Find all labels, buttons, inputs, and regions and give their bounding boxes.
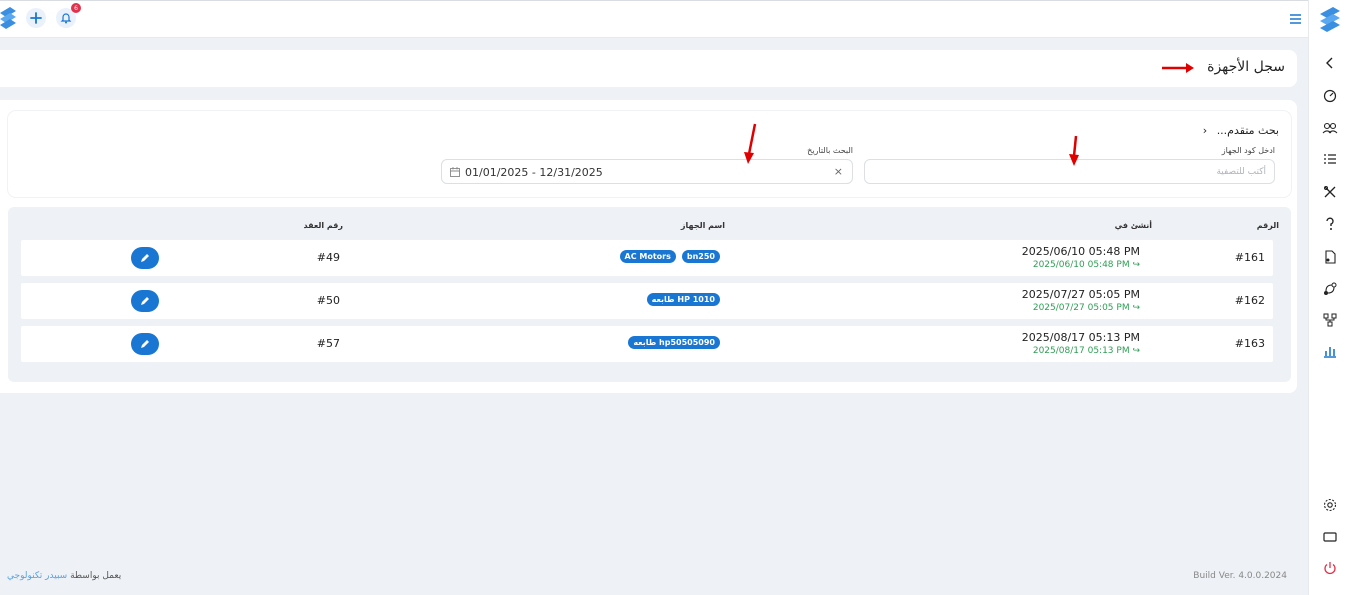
powered-by-prefix: يعمل بواسطة [70, 571, 122, 581]
header-created-at: أنشئ في [1114, 221, 1152, 230]
device-tags: طابعه HP 1010 [646, 293, 720, 306]
created-date: 2025/06/10 05:48 PM [1021, 245, 1140, 258]
row-number: #163 [1234, 337, 1265, 350]
row-contract-number: #50 [316, 294, 340, 307]
row-created-at: 2025/07/27 05:05 PM 2025/07/27 05:05 PM … [1022, 288, 1140, 313]
row-number: #162 [1234, 294, 1265, 307]
advanced-search-title: بحث متقدم... [1216, 124, 1279, 137]
power-icon [1324, 562, 1336, 575]
logout-button[interactable] [1322, 560, 1338, 576]
created-date: 2025/07/27 05:05 PM [1021, 288, 1140, 301]
row-contract-number: #57 [316, 337, 340, 350]
sidebar [1308, 0, 1350, 595]
sidebar-item-list[interactable] [1322, 151, 1338, 167]
date-range-input[interactable]: 01/01/2025 - 12/31/2025 × [441, 159, 853, 184]
device-tags: bn250 AC Motors [619, 250, 720, 263]
chevron-left-icon: ‹ [1202, 124, 1208, 137]
advanced-search-toggle[interactable]: بحث متقدم... ‹ [1203, 124, 1279, 137]
screen-icon [1323, 532, 1337, 542]
workflow-icon [1324, 282, 1337, 295]
sidebar-item-help[interactable] [1322, 216, 1338, 232]
device-code-label: ادخل كود الجهاز [1221, 146, 1275, 155]
bell-icon [60, 13, 72, 24]
chart-icon [1324, 347, 1336, 358]
device-tag: AC Motors [619, 250, 676, 263]
chevron-left-icon [1326, 57, 1333, 69]
sidebar-item-dashboard[interactable] [1322, 88, 1338, 104]
logo-icon [0, 7, 16, 29]
top-bar-actions: 6 [0, 3, 81, 29]
created-date: 2025/08/17 05:13 PM [1021, 331, 1140, 344]
main-panel: بحث متقدم... ‹ ادخل كود الجهاز أكتب للتص… [0, 100, 1297, 393]
edit-button[interactable] [131, 290, 159, 312]
device-tags: طابعه hp50505090 [628, 336, 720, 349]
row-created-at: 2025/06/10 05:48 PM 2025/06/10 05:48 PM … [1022, 245, 1140, 270]
powered-by: يعمل بواسطة سبيدر تكنولوجي [7, 571, 121, 581]
header-number: الرقم [1256, 221, 1279, 230]
updated-date: 2025/07/27 05:05 PM ↪ [1032, 303, 1140, 313]
sidebar-item-documents[interactable] [1322, 249, 1338, 265]
header-device-name: اسم الجهاز [680, 221, 725, 230]
updated-date: 2025/06/10 05:48 PM ↪ [1032, 260, 1140, 270]
pencil-icon [141, 340, 149, 348]
collapse-sidebar-button[interactable] [1322, 55, 1338, 71]
calendar-icon [450, 167, 460, 177]
edit-button[interactable] [131, 247, 159, 269]
sidebar-item-reports[interactable] [1322, 343, 1338, 359]
table-row[interactable]: #161 2025/06/10 05:48 PM 2025/06/10 05:4… [21, 240, 1273, 276]
list-icon [1324, 154, 1336, 164]
page-header: سجل الأجهزة [0, 50, 1297, 87]
add-button[interactable] [26, 8, 46, 28]
annotation-arrow [1162, 63, 1194, 73]
pencil-icon [141, 297, 149, 305]
device-code-placeholder: أكتب للتصفية [1216, 167, 1266, 177]
sidebar-item-users[interactable] [1322, 120, 1338, 136]
top-bar: 6 [0, 0, 1308, 38]
screen-button[interactable] [1322, 529, 1338, 545]
edit-button[interactable] [131, 333, 159, 355]
updated-date: 2025/08/17 05:13 PM ↪ [1032, 346, 1140, 356]
logo-icon[interactable] [1318, 6, 1342, 34]
notification-badge: 6 [71, 3, 81, 13]
document-icon [1325, 250, 1336, 264]
gear-icon [1323, 498, 1337, 512]
build-version: Build Ver. 4.0.0.2024 [1193, 571, 1287, 581]
menu-icon[interactable] [1289, 13, 1302, 25]
pencil-icon [141, 254, 149, 262]
sidebar-item-hierarchy[interactable] [1322, 312, 1338, 328]
date-range-value: 01/01/2025 - 12/31/2025 [465, 166, 603, 179]
advanced-search-panel: بحث متقدم... ‹ ادخل كود الجهاز أكتب للتص… [8, 111, 1291, 197]
devices-table: الرقم أنشئ في اسم الجهاز رقم العقد #161 … [8, 207, 1291, 382]
dashboard-icon [1323, 89, 1337, 103]
tools-icon [1324, 186, 1336, 198]
clear-date-button[interactable]: × [834, 165, 843, 178]
settings-button[interactable] [1322, 497, 1338, 513]
device-tag: bn250 [681, 250, 720, 263]
row-number: #161 [1234, 251, 1265, 264]
annotation-arrow [744, 123, 757, 164]
table-row[interactable]: #163 2025/08/17 05:13 PM 2025/08/17 05:1… [21, 326, 1273, 362]
row-created-at: 2025/08/17 05:13 PM 2025/08/17 05:13 PM … [1022, 331, 1140, 356]
notifications-button[interactable]: 6 [56, 3, 81, 28]
date-search-label: البحث بالتاريخ [807, 146, 853, 155]
users-icon [1322, 122, 1338, 134]
hierarchy-icon [1323, 313, 1337, 327]
header-contract-number: رقم العقد [303, 221, 343, 230]
plus-icon [30, 12, 42, 24]
table-row[interactable]: #162 2025/07/27 05:05 PM 2025/07/27 05:0… [21, 283, 1273, 319]
device-tag: طابعه HP 1010 [646, 293, 720, 306]
question-icon [1326, 217, 1334, 230]
sidebar-item-tools[interactable] [1322, 184, 1338, 200]
annotation-arrow [1069, 135, 1079, 166]
page-title: سجل الأجهزة [1207, 59, 1285, 75]
sidebar-item-workflow[interactable] [1322, 281, 1338, 297]
device-tag: طابعه hp50505090 [628, 336, 720, 349]
row-contract-number: #49 [316, 251, 340, 264]
powered-by-brand-link[interactable]: سبيدر تكنولوجي [7, 571, 67, 581]
